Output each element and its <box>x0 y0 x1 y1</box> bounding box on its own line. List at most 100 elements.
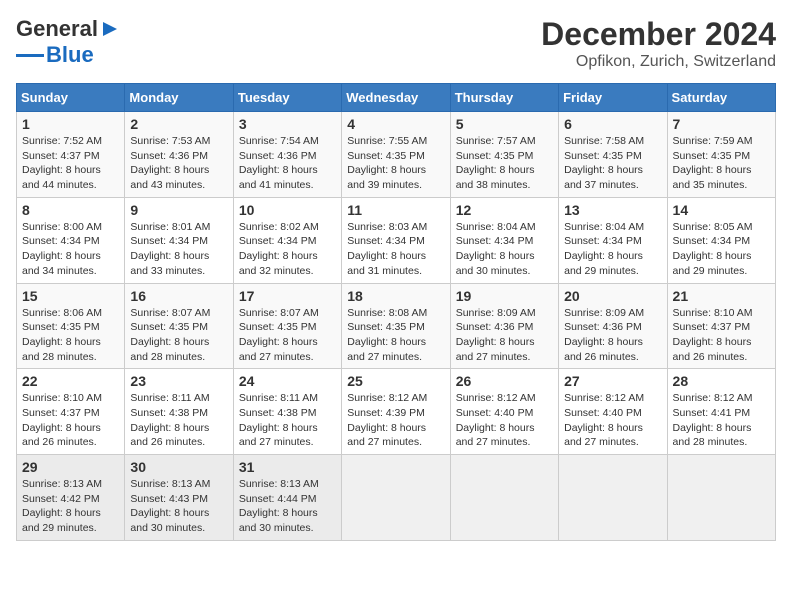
day-info: Sunrise: 8:13 AMSunset: 4:43 PMDaylight:… <box>130 477 227 536</box>
calendar-cell: 16 Sunrise: 8:07 AMSunset: 4:35 PMDayligh… <box>125 283 233 369</box>
title-section: December 2024 Opfikon, Zurich, Switzerla… <box>541 16 776 71</box>
day-number: 28 <box>673 373 770 389</box>
day-info: Sunrise: 8:12 AMSunset: 4:40 PMDaylight:… <box>564 391 661 450</box>
calendar-cell: 13Sunrise: 8:04 AMSunset: 4:34 PMDayligh… <box>559 197 667 283</box>
day-info: Sunrise: 7:52 AMSunset: 4:37 PMDaylight:… <box>22 134 119 193</box>
day-info: Sunrise: 7:57 AMSunset: 4:35 PMDaylight:… <box>456 134 553 193</box>
day-info: Sunrise: 8:13 AMSunset: 4:44 PMDaylight:… <box>239 477 336 536</box>
day-number: 13 <box>564 202 661 218</box>
day-number: 15 <box>22 288 119 304</box>
calendar-cell: 3Sunrise: 7:54 AMSunset: 4:36 PMDaylight… <box>233 112 341 198</box>
week-row-1: 1 Sunrise: 7:52 AMSunset: 4:37 PMDaylight… <box>17 112 776 198</box>
day-number: 14 <box>673 202 770 218</box>
calendar-cell: 26Sunrise: 8:12 AMSunset: 4:40 PMDayligh… <box>450 369 558 455</box>
day-info: Sunrise: 8:12 AMSunset: 4:40 PMDaylight:… <box>456 391 553 450</box>
day-info: Sunrise: 8:04 AMSunset: 4:34 PMDaylight:… <box>456 220 553 279</box>
calendar-cell: 27 Sunrise: 8:12 AMSunset: 4:40 PMDayligh… <box>559 369 667 455</box>
weekday-thursday: Thursday <box>450 84 558 112</box>
location: Opfikon, Zurich, Switzerland <box>541 53 776 71</box>
day-info: Sunrise: 8:07 AMSunset: 4:35 PMDaylight:… <box>239 306 336 365</box>
day-info: Sunrise: 8:12 AMSunset: 4:39 PMDaylight:… <box>347 391 444 450</box>
calendar-cell: 9 Sunrise: 8:01 AMSunset: 4:34 PMDaylight… <box>125 197 233 283</box>
day-number: 24 <box>239 373 336 389</box>
day-info: Sunrise: 8:01 AMSunset: 4:34 PMDaylight:… <box>130 220 227 279</box>
day-info: Sunrise: 8:11 AMSunset: 4:38 PMDaylight:… <box>239 391 336 450</box>
day-number: 2 <box>130 116 227 132</box>
calendar-cell: 24 Sunrise: 8:11 AMSunset: 4:38 PMDayligh… <box>233 369 341 455</box>
month-title: December 2024 <box>541 16 776 53</box>
day-number: 9 <box>130 202 227 218</box>
logo-general: General <box>16 16 98 42</box>
logo-blue: Blue <box>46 42 94 68</box>
calendar-cell: 6Sunrise: 7:58 AMSunset: 4:35 PMDaylight… <box>559 112 667 198</box>
weekday-friday: Friday <box>559 84 667 112</box>
calendar-cell <box>450 455 558 541</box>
calendar-table: SundayMondayTuesdayWednesdayThursdayFrid… <box>16 83 776 541</box>
weekday-header-row: SundayMondayTuesdayWednesdayThursdayFrid… <box>17 84 776 112</box>
logo: General Blue <box>16 16 121 68</box>
week-row-2: 8Sunrise: 8:00 AMSunset: 4:34 PMDaylight… <box>17 197 776 283</box>
day-number: 5 <box>456 116 553 132</box>
day-number: 12 <box>456 202 553 218</box>
day-number: 17 <box>239 288 336 304</box>
calendar-cell: 22 Sunrise: 8:10 AMSunset: 4:37 PMDayligh… <box>17 369 125 455</box>
calendar-cell <box>667 455 775 541</box>
day-number: 6 <box>564 116 661 132</box>
day-info: Sunrise: 8:09 AMSunset: 4:36 PMDaylight:… <box>456 306 553 365</box>
day-number: 8 <box>22 202 119 218</box>
day-info: Sunrise: 8:06 AMSunset: 4:35 PMDaylight:… <box>22 306 119 365</box>
calendar-cell: 2 Sunrise: 7:53 AMSunset: 4:36 PMDaylight… <box>125 112 233 198</box>
day-info: Sunrise: 7:55 AMSunset: 4:35 PMDaylight:… <box>347 134 444 193</box>
calendar-cell: 7 Sunrise: 7:59 AMSunset: 4:35 PMDaylight… <box>667 112 775 198</box>
calendar-cell: 23Sunrise: 8:11 AMSunset: 4:38 PMDayligh… <box>125 369 233 455</box>
day-number: 4 <box>347 116 444 132</box>
calendar-cell: 31 Sunrise: 8:13 AMSunset: 4:44 PMDayligh… <box>233 455 341 541</box>
day-info: Sunrise: 8:12 AMSunset: 4:41 PMDaylight:… <box>673 391 770 450</box>
weekday-saturday: Saturday <box>667 84 775 112</box>
day-number: 30 <box>130 459 227 475</box>
calendar-cell: 30 Sunrise: 8:13 AMSunset: 4:43 PMDayligh… <box>125 455 233 541</box>
day-number: 31 <box>239 459 336 475</box>
weekday-wednesday: Wednesday <box>342 84 450 112</box>
day-info: Sunrise: 8:10 AMSunset: 4:37 PMDaylight:… <box>673 306 770 365</box>
day-number: 16 <box>130 288 227 304</box>
day-number: 19 <box>456 288 553 304</box>
day-number: 21 <box>673 288 770 304</box>
calendar-cell: 21 Sunrise: 8:10 AMSunset: 4:37 PMDayligh… <box>667 283 775 369</box>
day-number: 22 <box>22 373 119 389</box>
day-info: Sunrise: 8:13 AMSunset: 4:42 PMDaylight:… <box>22 477 119 536</box>
week-row-3: 15 Sunrise: 8:06 AMSunset: 4:35 PMDayligh… <box>17 283 776 369</box>
page-header: General Blue December 2024 Opfikon, Zuri… <box>16 16 776 71</box>
calendar-cell: 14 Sunrise: 8:05 AMSunset: 4:34 PMDayligh… <box>667 197 775 283</box>
calendar-cell: 1 Sunrise: 7:52 AMSunset: 4:37 PMDaylight… <box>17 112 125 198</box>
day-info: Sunrise: 8:03 AMSunset: 4:34 PMDaylight:… <box>347 220 444 279</box>
day-number: 1 <box>22 116 119 132</box>
day-info: Sunrise: 8:10 AMSunset: 4:37 PMDaylight:… <box>22 391 119 450</box>
calendar-cell: 25 Sunrise: 8:12 AMSunset: 4:39 PMDayligh… <box>342 369 450 455</box>
day-number: 3 <box>239 116 336 132</box>
day-number: 18 <box>347 288 444 304</box>
calendar-cell: 19 Sunrise: 8:09 AMSunset: 4:36 PMDayligh… <box>450 283 558 369</box>
calendar-cell: 4 Sunrise: 7:55 AMSunset: 4:35 PMDaylight… <box>342 112 450 198</box>
day-info: Sunrise: 7:59 AMSunset: 4:35 PMDaylight:… <box>673 134 770 193</box>
day-number: 10 <box>239 202 336 218</box>
day-info: Sunrise: 8:02 AMSunset: 4:34 PMDaylight:… <box>239 220 336 279</box>
day-number: 11 <box>347 202 444 218</box>
weekday-sunday: Sunday <box>17 84 125 112</box>
day-info: Sunrise: 7:53 AMSunset: 4:36 PMDaylight:… <box>130 134 227 193</box>
day-number: 25 <box>347 373 444 389</box>
day-info: Sunrise: 8:09 AMSunset: 4:36 PMDaylight:… <box>564 306 661 365</box>
day-number: 27 <box>564 373 661 389</box>
logo-arrow-icon <box>99 18 121 40</box>
day-number: 7 <box>673 116 770 132</box>
calendar-cell: 10 Sunrise: 8:02 AMSunset: 4:34 PMDayligh… <box>233 197 341 283</box>
calendar-cell: 18 Sunrise: 8:08 AMSunset: 4:35 PMDayligh… <box>342 283 450 369</box>
day-number: 29 <box>22 459 119 475</box>
day-info: Sunrise: 8:07 AMSunset: 4:35 PMDaylight:… <box>130 306 227 365</box>
week-row-5: 29 Sunrise: 8:13 AMSunset: 4:42 PMDayligh… <box>17 455 776 541</box>
calendar-cell <box>559 455 667 541</box>
day-info: Sunrise: 8:05 AMSunset: 4:34 PMDaylight:… <box>673 220 770 279</box>
calendar-cell: 20Sunrise: 8:09 AMSunset: 4:36 PMDayligh… <box>559 283 667 369</box>
day-info: Sunrise: 8:08 AMSunset: 4:35 PMDaylight:… <box>347 306 444 365</box>
calendar-cell: 11 Sunrise: 8:03 AMSunset: 4:34 PMDayligh… <box>342 197 450 283</box>
